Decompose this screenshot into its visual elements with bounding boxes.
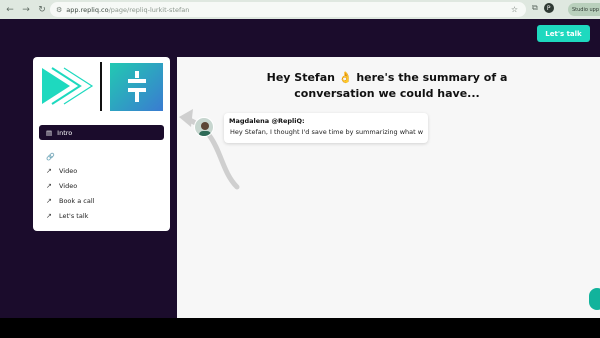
extensions-icon[interactable]: ⧉ [532, 3, 538, 13]
lets-talk-button[interactable]: Let's talk [537, 25, 590, 42]
external-link-icon: ↗ [46, 167, 52, 175]
message-sender: Magdalena @RepliQ: [229, 117, 305, 125]
forward-icon[interactable]: → [20, 4, 32, 16]
bottom-letterbox [0, 318, 600, 338]
headline-line-1: Hey Stefan 👌 here's the summary of a [266, 71, 508, 84]
logo-glyph-icon [127, 71, 146, 102]
message-text: Hey Stefan, I thought I'd save time by s… [230, 128, 423, 136]
toolbar-icons: ⧉ P [532, 3, 554, 13]
page: Let's talk ▤ Intro 🔗 ↗ Video ↗ Video ↗ B… [0, 19, 600, 318]
message-bubble: Magdalena @RepliQ: Hey Stefan, I thought… [224, 113, 428, 143]
back-icon[interactable]: ← [4, 4, 16, 16]
document-icon: ▤ [46, 128, 53, 137]
sidebar-item-lets-talk[interactable]: ↗ Let's talk [46, 212, 88, 220]
logo-mark [110, 63, 163, 111]
headline-line-2: conversation we could have... [294, 87, 480, 100]
logo-play-icon [42, 67, 94, 105]
address-bar[interactable]: ⚙ app.repliq.co /page/repliq-lurkit-stef… [50, 2, 526, 17]
curved-arrow-icon [179, 109, 240, 190]
site-info-icon[interactable]: ⚙ [56, 6, 62, 14]
bookmark-star-icon[interactable]: ☆ [511, 5, 518, 14]
chat-widget-button[interactable] [589, 288, 600, 310]
main-panel: Hey Stefan 👌 here's the summary of a con… [177, 57, 600, 318]
profile-avatar[interactable]: P [543, 3, 554, 13]
sidebar-item-video-2[interactable]: ↗ Video [46, 182, 77, 190]
url-path: /page/repliq-lurkit-stefan [108, 5, 190, 14]
avatar [194, 117, 214, 137]
sidebar-item-book-call[interactable]: ↗ Book a call [46, 197, 94, 205]
external-link-icon: ↗ [46, 212, 52, 220]
link-icon[interactable]: 🔗 [46, 153, 55, 161]
sidebar-item-label: Video [59, 167, 78, 175]
update-button[interactable]: Studio upp [568, 3, 600, 16]
page-title: Hey Stefan 👌 here's the summary of a con… [237, 70, 537, 102]
browser-toolbar: ← → ↻ ⚙ app.repliq.co /page/repliq-lurki… [0, 0, 600, 19]
sidebar-item-video-1[interactable]: ↗ Video [46, 167, 77, 175]
logo-divider [100, 62, 102, 111]
sidebar-item-label: Video [59, 182, 78, 190]
sidebar-item-intro[interactable]: ▤ Intro [39, 125, 164, 140]
sidebar-item-label: Let's talk [59, 212, 89, 220]
sidebar-item-label: Book a call [59, 197, 95, 205]
reload-icon[interactable]: ↻ [36, 4, 48, 16]
external-link-icon: ↗ [46, 197, 52, 205]
sidebar-item-label: Intro [57, 128, 73, 137]
external-link-icon: ↗ [46, 182, 52, 190]
url-host: app.repliq.co [66, 5, 109, 14]
sidebar: ▤ Intro 🔗 ↗ Video ↗ Video ↗ Book a call … [33, 57, 170, 231]
